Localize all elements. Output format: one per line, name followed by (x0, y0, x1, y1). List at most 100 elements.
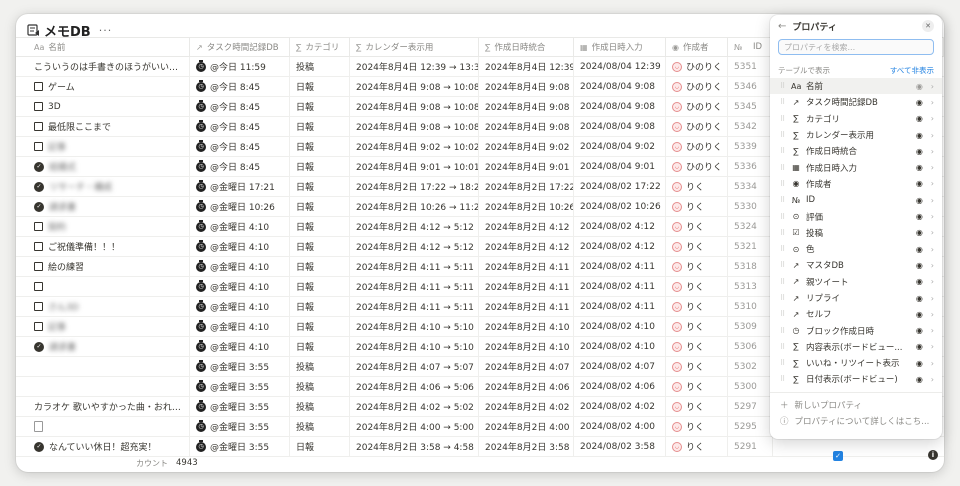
cell-id[interactable]: 5318 (728, 257, 773, 276)
eye-icon[interactable]: ◉ (916, 342, 923, 351)
drag-handle-icon[interactable]: ⠿ (780, 115, 786, 123)
cell-author[interactable]: ◡ りく (666, 337, 728, 356)
drag-handle-icon[interactable]: ⠿ (780, 229, 786, 237)
property-item[interactable]: ⠿ № ID ◉ › (770, 192, 942, 208)
cell-author[interactable]: ◡ りく (666, 277, 728, 296)
cell-author[interactable]: ◡ りく (666, 417, 728, 436)
cell-created-input[interactable]: 2024/08/02 4:07 (574, 357, 666, 376)
cell-category[interactable]: 日報 (290, 157, 350, 176)
checkbox-checked[interactable]: ✓ (833, 451, 843, 461)
cell-name[interactable] (16, 417, 190, 436)
eye-icon[interactable]: ◉ (916, 375, 923, 384)
cell-created-combined[interactable]: 2024年8月2日 4:10 (479, 317, 574, 336)
cell-created-input[interactable]: 2024/08/04 9:08 (574, 77, 666, 96)
cell-category[interactable]: 日報 (290, 297, 350, 316)
chevron-right-icon[interactable]: › (931, 228, 934, 237)
chevron-right-icon[interactable]: › (931, 163, 934, 172)
chevron-right-icon[interactable]: › (931, 342, 934, 351)
cell-category[interactable]: 日報 (290, 317, 350, 336)
cell-name[interactable]: 3D (16, 97, 190, 116)
chevron-right-icon[interactable]: › (931, 326, 934, 335)
property-item[interactable]: ⠿ ↗ タスク時間記録DB ◉ › (770, 94, 942, 110)
cell-name[interactable]: 契約 (16, 217, 190, 236)
row-title[interactable]: 絵の練習 (48, 260, 84, 273)
cell-name[interactable]: 最低限ここまで (16, 117, 190, 136)
eye-icon[interactable]: ◉ (916, 82, 923, 91)
hide-all-link[interactable]: すべて非表示 (890, 65, 934, 76)
checkbox-icon[interactable] (34, 142, 43, 151)
property-item[interactable]: ⠿ ∑ いいね・リツイート表示 ◉ › (770, 355, 942, 371)
drag-handle-icon[interactable]: ⠿ (780, 164, 786, 172)
cell-author[interactable]: ◡ りく (666, 317, 728, 336)
checkbox-icon[interactable] (34, 242, 43, 251)
eye-icon[interactable]: ◉ (916, 359, 923, 368)
row-title[interactable]: 記事 (48, 320, 66, 333)
row-title[interactable]: 記事 (48, 140, 66, 153)
eye-icon[interactable]: ◉ (916, 294, 923, 303)
cell-name[interactable]: ✓ 結婚式 (16, 157, 190, 176)
eye-icon[interactable]: ◉ (916, 261, 923, 270)
column-header-name[interactable]: Aa 名前 (16, 38, 190, 56)
cell-id[interactable]: 5295 (728, 417, 773, 436)
cell-created-combined[interactable]: 2024年8月2日 4:11 (479, 257, 574, 276)
cell-calendar[interactable]: 2024年8月2日 4:12 → 5:12 (350, 217, 479, 236)
cell-calendar[interactable]: 2024年8月2日 4:11 → 5:11 (350, 297, 479, 316)
cell-created-combined[interactable]: 2024年8月2日 3:58 (479, 437, 574, 456)
drag-handle-icon[interactable]: ⠿ (780, 343, 786, 351)
cell-created-combined[interactable]: 2024年8月2日 4:00 (479, 417, 574, 436)
property-search-input[interactable]: プロパティを検索... (778, 39, 934, 55)
cell-calendar[interactable]: 2024年8月2日 17:22 → 18:22 (350, 177, 479, 196)
cell-name[interactable]: ゲーム (16, 77, 190, 96)
cell-created-combined[interactable]: 2024年8月2日 4:11 (479, 277, 574, 296)
cell-calendar[interactable]: 2024年8月2日 4:10 → 5:10 (350, 317, 479, 336)
cell-name[interactable]: さん3D (16, 297, 190, 316)
cell-created-input[interactable]: 2024/08/04 9:08 (574, 117, 666, 136)
cell-calendar[interactable]: 2024年8月4日 9:08 → 10:08 (350, 97, 479, 116)
cell-time-db[interactable]: ◷ @金曜日 4:10 (190, 337, 290, 356)
close-icon[interactable]: ✕ (922, 20, 934, 32)
cell-time-db[interactable]: ◷ @金曜日 3:55 (190, 417, 290, 436)
property-item[interactable]: ⠿ Aa 名前 ◉ › (770, 78, 942, 95)
cell-author[interactable]: ◡ ひのりく (666, 137, 728, 156)
cell-id[interactable]: 5306 (728, 337, 773, 356)
chevron-right-icon[interactable]: › (931, 82, 934, 91)
chevron-right-icon[interactable]: › (931, 277, 934, 286)
drag-handle-icon[interactable]: ⠿ (780, 98, 786, 106)
property-item[interactable]: ⠿ ∑ 日付表示(ボードビュー) ◉ › (770, 371, 942, 387)
cell-name[interactable]: ご祝儀準備！！！ (16, 237, 190, 256)
cell-created-combined[interactable]: 2024年8月4日 9:01 (479, 157, 574, 176)
cell-id[interactable]: 5313 (728, 277, 773, 296)
chevron-right-icon[interactable]: › (931, 359, 934, 368)
drag-handle-icon[interactable]: ⠿ (780, 245, 786, 253)
row-title[interactable]: 結婚式 (49, 160, 76, 173)
cell-created-input[interactable]: 2024/08/02 4:00 (574, 417, 666, 436)
cell-name[interactable]: カラオケ 歌いやすかった曲・おれらリサイ (16, 397, 190, 416)
cell-name[interactable] (16, 277, 190, 296)
cell-author[interactable]: ◡ ひのりく (666, 157, 728, 176)
info-icon[interactable]: i (928, 450, 938, 460)
cell-category[interactable]: 日報 (290, 177, 350, 196)
cell-created-input[interactable]: 2024/08/02 10:26 (574, 197, 666, 216)
eye-icon[interactable]: ◉ (916, 310, 923, 319)
cell-category[interactable]: 日報 (290, 197, 350, 216)
new-property-button[interactable]: ＋ 新しいプロパティ (770, 397, 942, 413)
cell-time-db[interactable]: ◷ @今日 8:45 (190, 77, 290, 96)
column-header-category[interactable]: ∑ カテゴリ (290, 38, 350, 56)
checkbox-icon[interactable] (34, 302, 43, 311)
cell-category[interactable]: 日報 (290, 137, 350, 156)
cell-author[interactable]: ◡ りく (666, 197, 728, 216)
cell-created-combined[interactable]: 2024年8月2日 4:12 (479, 217, 574, 236)
cell-calendar[interactable]: 2024年8月4日 9:08 → 10:08 (350, 77, 479, 96)
drag-handle-icon[interactable]: ⠿ (780, 359, 786, 367)
more-options-button[interactable]: ··· (99, 24, 113, 37)
cell-name[interactable]: ✓ 請求書 (16, 337, 190, 356)
cell-calendar[interactable]: 2024年8月2日 4:11 → 5:11 (350, 257, 479, 276)
cell-time-db[interactable]: ◷ @金曜日 4:10 (190, 257, 290, 276)
column-header-calendar[interactable]: ∑ カレンダー表示用 (350, 38, 479, 56)
cell-created-input[interactable]: 2024/08/04 9:02 (574, 137, 666, 156)
cell-author[interactable]: ◡ ひのりく (666, 77, 728, 96)
cell-calendar[interactable]: 2024年8月2日 4:10 → 5:10 (350, 337, 479, 356)
cell-created-combined[interactable]: 2024年8月2日 10:26 (479, 197, 574, 216)
property-item[interactable]: ⠿ ⊙ 色 ◉ › (770, 241, 942, 257)
cell-id[interactable]: 5310 (728, 297, 773, 316)
